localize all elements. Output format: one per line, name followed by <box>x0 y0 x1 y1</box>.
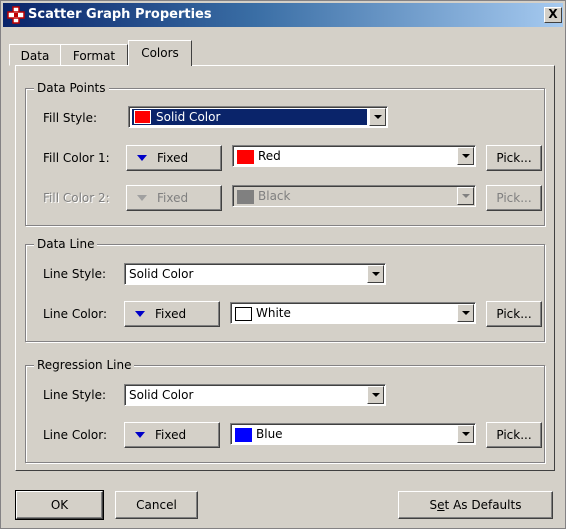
chevron-down-icon[interactable] <box>367 386 384 404</box>
fill-color1-mode-button[interactable]: Fixed <box>126 145 222 171</box>
set-defaults-rest: t As Defaults <box>444 498 522 512</box>
set-as-defaults-button[interactable]: Set As Defaults <box>398 491 553 519</box>
fill-color1-label: Fill Color 1: <box>43 151 110 165</box>
regression-line-color-select[interactable]: Blue <box>230 423 476 445</box>
fill-color1-pick-button[interactable]: Pick... <box>486 145 542 171</box>
regression-line-legend: Regression Line <box>34 358 135 372</box>
app-icon <box>7 6 25 24</box>
tab-data[interactable]: Data <box>9 44 61 66</box>
data-points-legend: Data Points <box>34 81 109 95</box>
fill-color2-mode-label: Fixed <box>157 191 189 205</box>
close-button[interactable]: X <box>544 7 562 23</box>
data-line-group: Data Line Line Style: Solid Color Line C… <box>25 237 545 342</box>
title-bar[interactable]: Scatter Graph Properties X <box>3 3 563 27</box>
fill-color2-select[interactable]: Black <box>232 185 476 207</box>
tab-format[interactable]: Format <box>60 44 128 66</box>
fill-color2-swatch <box>237 189 254 204</box>
chevron-down-icon[interactable] <box>457 147 474 165</box>
regression-line-mode-label: Fixed <box>155 428 187 442</box>
triangle-down-icon <box>135 432 145 438</box>
regression-line-pick-button[interactable]: Pick... <box>486 422 542 448</box>
regression-line-color-swatch <box>235 427 252 442</box>
regression-line-color-label: Line Color: <box>43 428 107 442</box>
fill-color1-select[interactable]: Red <box>232 145 476 167</box>
fill-color2-mode-button[interactable]: Fixed <box>126 185 222 211</box>
regression-line-mode-button[interactable]: Fixed <box>124 422 220 448</box>
fill-color2-value: Black <box>258 189 291 203</box>
data-line-mode-label: Fixed <box>155 307 187 321</box>
regression-line-group: Regression Line Line Style: Solid Color … <box>25 358 545 463</box>
fill-color1-value: Red <box>258 149 281 163</box>
fill-style-value: Solid Color <box>156 110 221 124</box>
data-line-mode-button[interactable]: Fixed <box>124 301 220 327</box>
chevron-down-icon[interactable] <box>457 425 474 443</box>
set-defaults-hotkey: e <box>437 498 445 512</box>
data-line-color-value: White <box>256 306 291 320</box>
data-line-style-value: Solid Color <box>129 267 194 281</box>
data-points-group: Data Points Fill Style: Solid Color Fill… <box>25 81 545 226</box>
data-line-style-label: Line Style: <box>43 267 107 281</box>
cancel-button[interactable]: Cancel <box>115 491 198 519</box>
data-line-pick-button[interactable]: Pick... <box>486 301 542 327</box>
chevron-down-icon[interactable] <box>369 108 386 126</box>
triangle-down-icon <box>135 311 145 317</box>
data-line-style-select[interactable]: Solid Color <box>124 263 386 285</box>
regression-line-style-label: Line Style: <box>43 388 107 402</box>
fill-style-swatch <box>134 110 151 124</box>
fill-style-label: Fill Style: <box>43 111 98 125</box>
chevron-down-icon[interactable] <box>367 265 384 283</box>
properties-dialog: Scatter Graph Properties X Data Format C… <box>0 0 566 529</box>
close-icon: X <box>548 7 558 21</box>
data-line-legend: Data Line <box>34 237 98 251</box>
fill-style-select[interactable]: Solid Color <box>128 106 388 128</box>
colors-panel: Data Points Fill Style: Solid Color Fill… <box>15 65 555 471</box>
data-line-color-select[interactable]: White <box>230 302 476 324</box>
fill-color2-pick-button[interactable]: Pick... <box>486 185 542 211</box>
fill-color2-label: Fill Color 2: <box>43 191 110 205</box>
data-line-color-label: Line Color: <box>43 307 107 321</box>
set-defaults-prefix: S <box>429 498 438 512</box>
fill-color1-swatch <box>237 149 254 164</box>
window-title: Scatter Graph Properties <box>28 7 212 22</box>
chevron-down-icon[interactable] <box>457 304 474 322</box>
regression-line-style-value: Solid Color <box>129 388 194 402</box>
chevron-down-icon[interactable] <box>457 187 474 205</box>
triangle-down-icon <box>137 195 147 201</box>
triangle-down-icon <box>137 155 147 161</box>
data-line-color-swatch <box>235 306 252 321</box>
regression-line-color-value: Blue <box>256 427 283 441</box>
fill-color1-mode-label: Fixed <box>157 151 189 165</box>
regression-line-style-select[interactable]: Solid Color <box>124 384 386 406</box>
tab-colors[interactable]: Colors <box>128 40 192 66</box>
ok-button[interactable]: OK <box>15 490 104 520</box>
